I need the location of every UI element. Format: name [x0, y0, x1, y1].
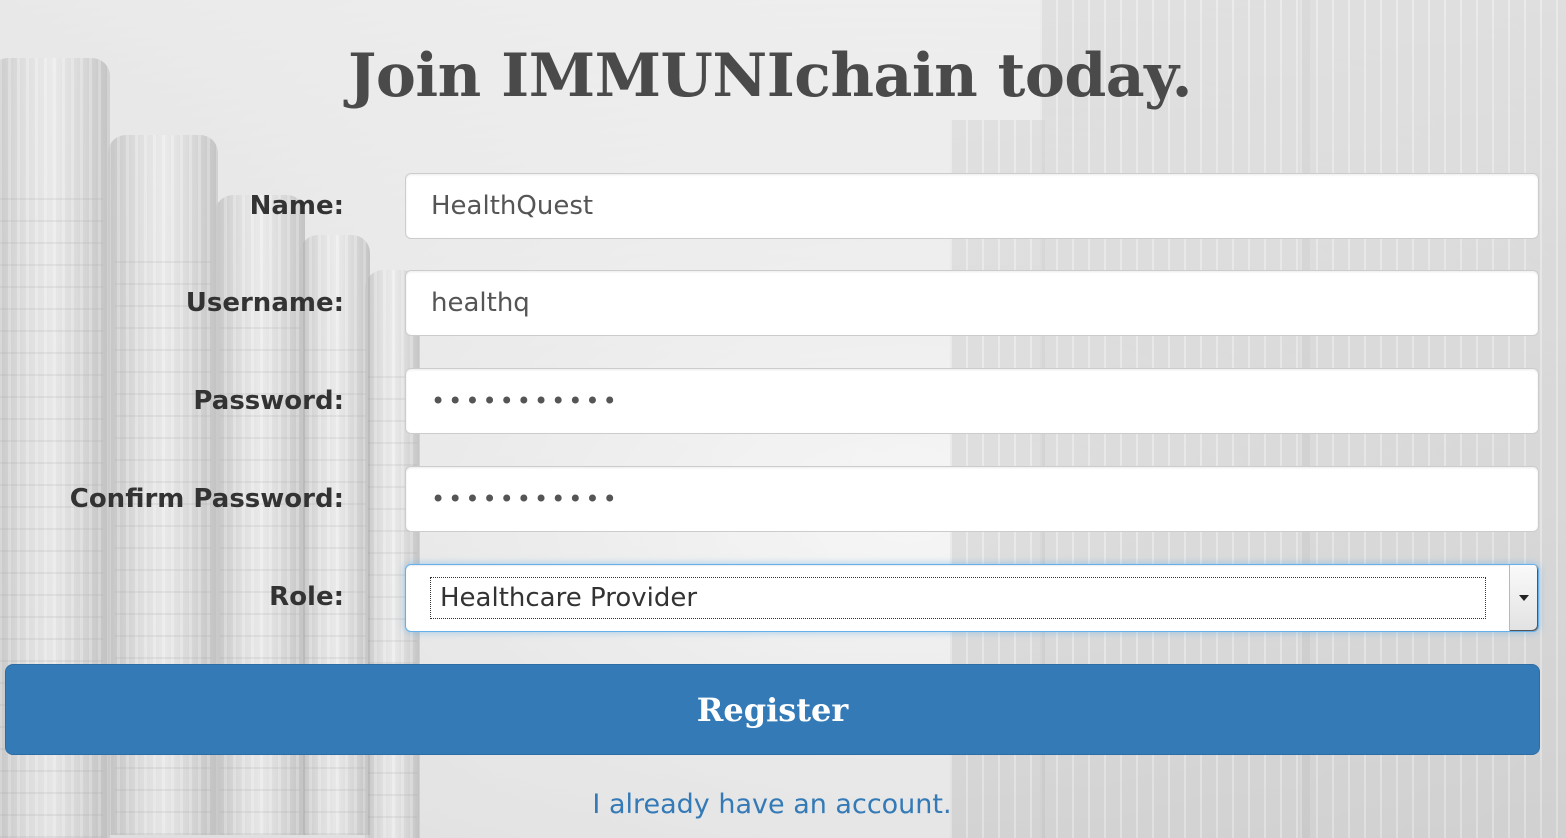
- name-row: Name:: [0, 173, 1566, 239]
- role-label: Role:: [269, 582, 344, 612]
- role-select[interactable]: Healthcare Provider: [405, 564, 1539, 632]
- login-link[interactable]: I already have an account.: [0, 782, 1544, 828]
- role-selected-value: Healthcare Provider: [440, 583, 698, 613]
- name-label: Name:: [249, 191, 344, 221]
- page-title: Join IMMUNIchain today.: [347, 41, 1193, 111]
- confirm-password-input[interactable]: [405, 466, 1539, 532]
- confirm-password-row: Confirm Password:: [0, 466, 1566, 532]
- register-button[interactable]: Register: [5, 664, 1540, 755]
- username-label: Username:: [185, 288, 344, 318]
- name-input[interactable]: [405, 173, 1539, 239]
- username-input[interactable]: [405, 270, 1539, 336]
- password-label: Password:: [193, 386, 344, 416]
- password-input[interactable]: [405, 368, 1539, 434]
- username-row: Username:: [0, 270, 1566, 336]
- confirm-password-label: Confirm Password:: [69, 484, 344, 514]
- password-row: Password:: [0, 368, 1566, 434]
- role-row: Role: Healthcare Provider: [0, 564, 1566, 632]
- chevron-down-icon[interactable]: [1509, 565, 1538, 631]
